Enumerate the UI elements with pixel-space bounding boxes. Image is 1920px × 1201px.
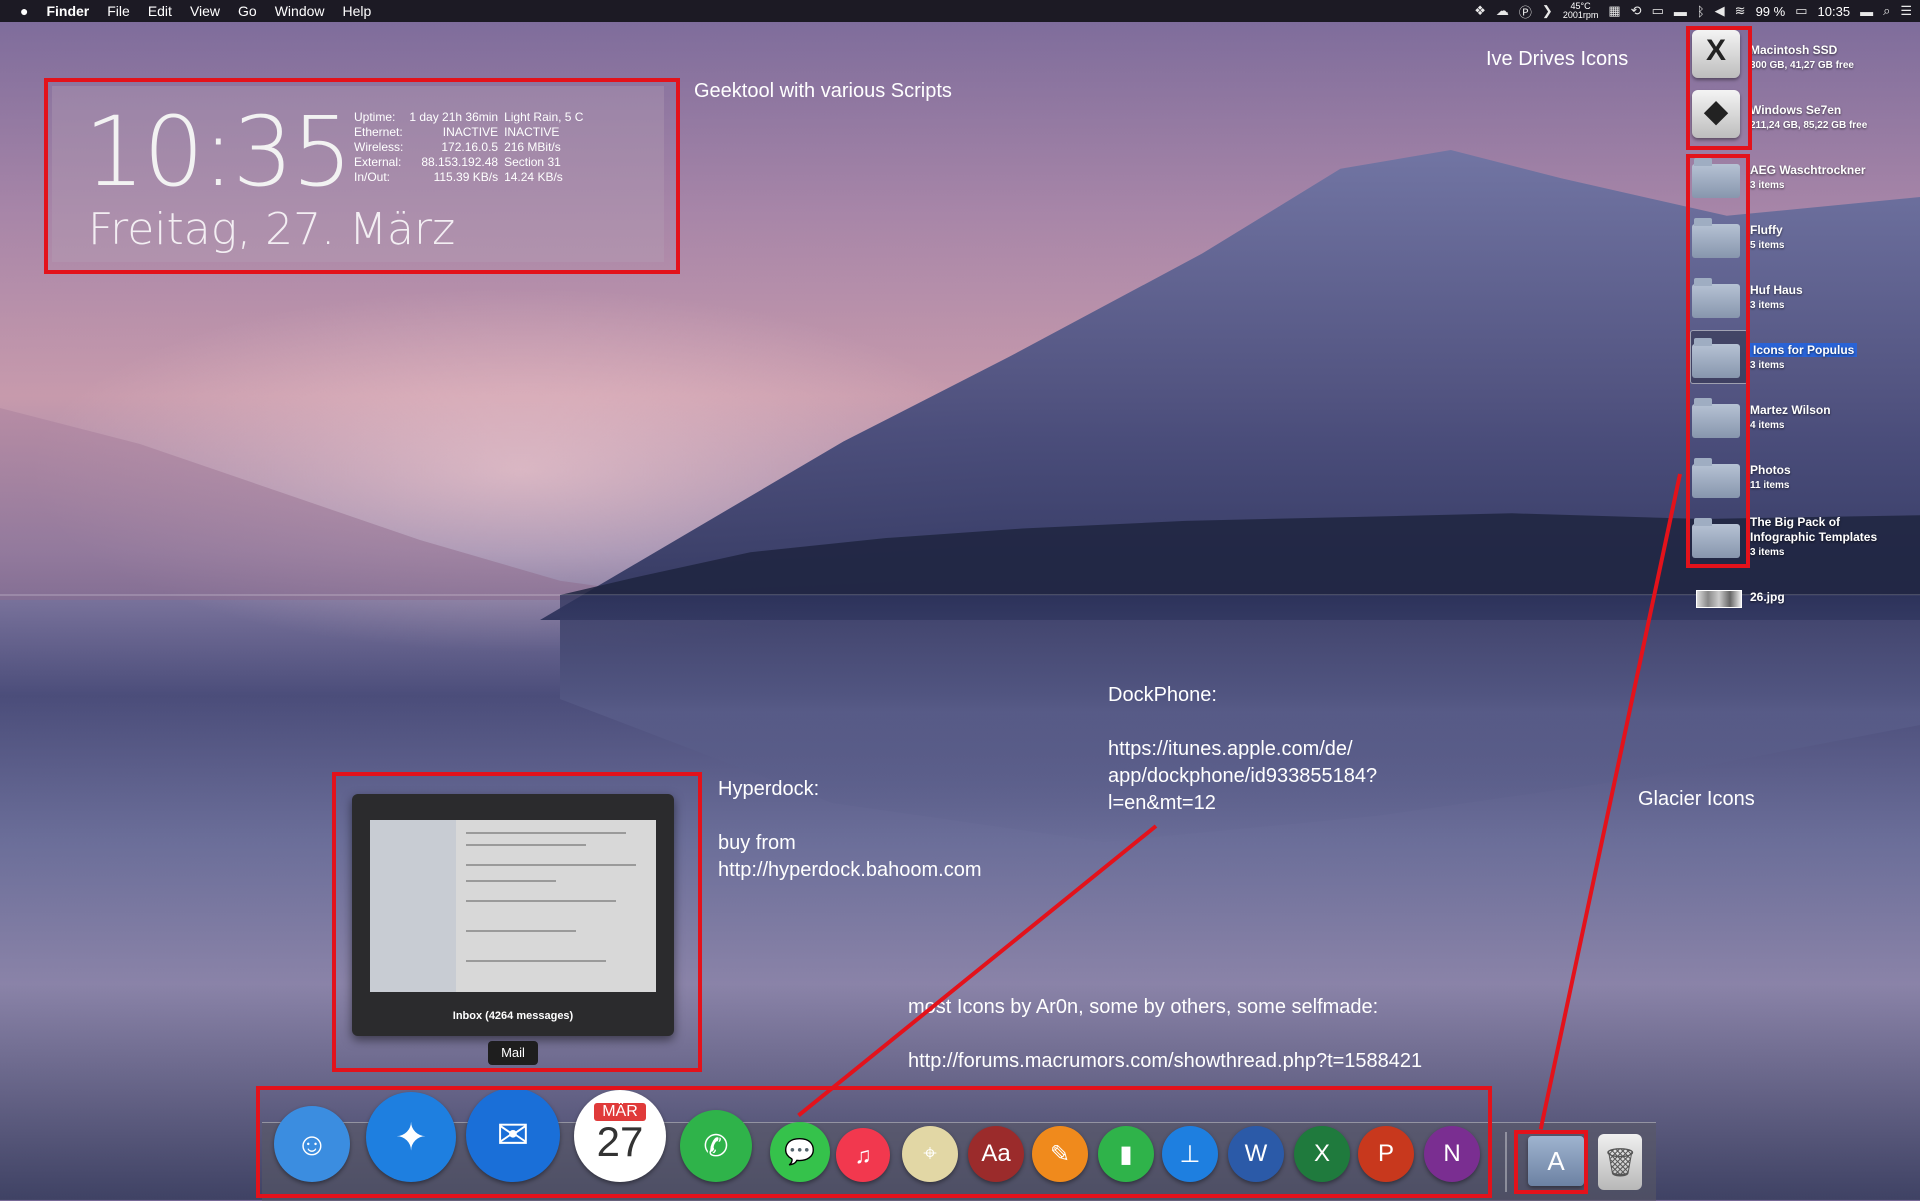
- drive-label: Windows Se7en 211,24 GB, 85,22 GB free: [1750, 103, 1868, 131]
- folder-label: Icons for Populus 3 items: [1750, 343, 1858, 373]
- grid-icon[interactable]: ▦: [1608, 3, 1620, 19]
- menu-bar: ● Finder File Edit View Go Window Help ❖…: [0, 0, 1920, 22]
- battery-icon[interactable]: ▭: [1795, 3, 1807, 19]
- menu-clock[interactable]: 10:35: [1818, 4, 1851, 19]
- note-hyperdock: Hyperdock: buy from http://hyperdock.bah…: [718, 778, 982, 881]
- folder-label: Fluffy 5 items: [1750, 223, 1785, 251]
- menu-edit[interactable]: Edit: [148, 3, 172, 19]
- annotation-box-hyperdock: [332, 772, 702, 1072]
- menu-app-name[interactable]: Finder: [46, 3, 89, 19]
- menu-view[interactable]: View: [190, 3, 220, 19]
- note-geektool: Geektool with various Scripts: [694, 80, 952, 102]
- dropbox-icon[interactable]: ❖: [1474, 3, 1486, 19]
- display-icon[interactable]: ▬: [1674, 4, 1687, 19]
- menu-window[interactable]: Window: [275, 3, 325, 19]
- cloud-icon[interactable]: ☁: [1496, 3, 1509, 19]
- trash-icon[interactable]: 🗑: [1598, 1134, 1642, 1190]
- note-glacier: Glacier Icons: [1638, 788, 1755, 810]
- wallpaper-hills: [0, 408, 700, 600]
- menu-help[interactable]: Help: [343, 3, 372, 19]
- file-label: 26.jpg: [1750, 590, 1785, 604]
- list-icon[interactable]: ☰: [1900, 3, 1912, 19]
- folder-label: Huf Haus 3 items: [1750, 283, 1803, 311]
- bluetooth-icon[interactable]: ᛒ: [1697, 4, 1705, 19]
- menu-go[interactable]: Go: [238, 3, 257, 19]
- annotation-box-drives: [1686, 26, 1752, 150]
- flag-icon[interactable]: ▬: [1860, 4, 1873, 19]
- drive-label: Macintosh SSD 300 GB, 41,27 GB free: [1750, 43, 1854, 71]
- chevron-icon[interactable]: ❯: [1542, 3, 1553, 19]
- search-icon[interactable]: ⌕: [1883, 3, 1890, 19]
- wifi-icon[interactable]: ≋: [1735, 3, 1746, 19]
- annotation-box-folders: [1686, 154, 1750, 568]
- note-icons: most Icons by Ar0n, some by others, some…: [908, 996, 1423, 1072]
- battery-percent[interactable]: 99 %: [1756, 4, 1786, 19]
- note-dockphone: DockPhone: https://itunes.apple.com/de/ …: [1108, 684, 1378, 814]
- apple-menu-icon[interactable]: ●: [20, 3, 28, 19]
- annotation-box-geektool: [44, 78, 680, 274]
- note-drives: Ive Drives Icons: [1486, 48, 1629, 70]
- dock-divider: [1505, 1132, 1507, 1192]
- annotation-box-glacier: [1514, 1130, 1588, 1194]
- annotation-box-dock: [256, 1086, 1492, 1198]
- airplay-icon[interactable]: ▭: [1652, 3, 1664, 19]
- folder-label: Photos 11 items: [1750, 463, 1791, 491]
- parking-icon[interactable]: Ⓟ: [1519, 2, 1532, 21]
- time-machine-icon[interactable]: ⟲: [1631, 3, 1642, 19]
- folder-label: The Big Pack of Infographic Templates 3 it…: [1750, 515, 1878, 558]
- volume-icon[interactable]: ◀: [1715, 3, 1725, 19]
- menu-file[interactable]: File: [107, 3, 130, 19]
- fan-readout[interactable]: 45°C 2001rpm: [1563, 2, 1599, 20]
- image-file-icon[interactable]: [1696, 590, 1742, 608]
- folder-label: Martez Wilson 4 items: [1750, 403, 1831, 431]
- folder-label: AEG Waschtrockner 3 items: [1750, 163, 1866, 191]
